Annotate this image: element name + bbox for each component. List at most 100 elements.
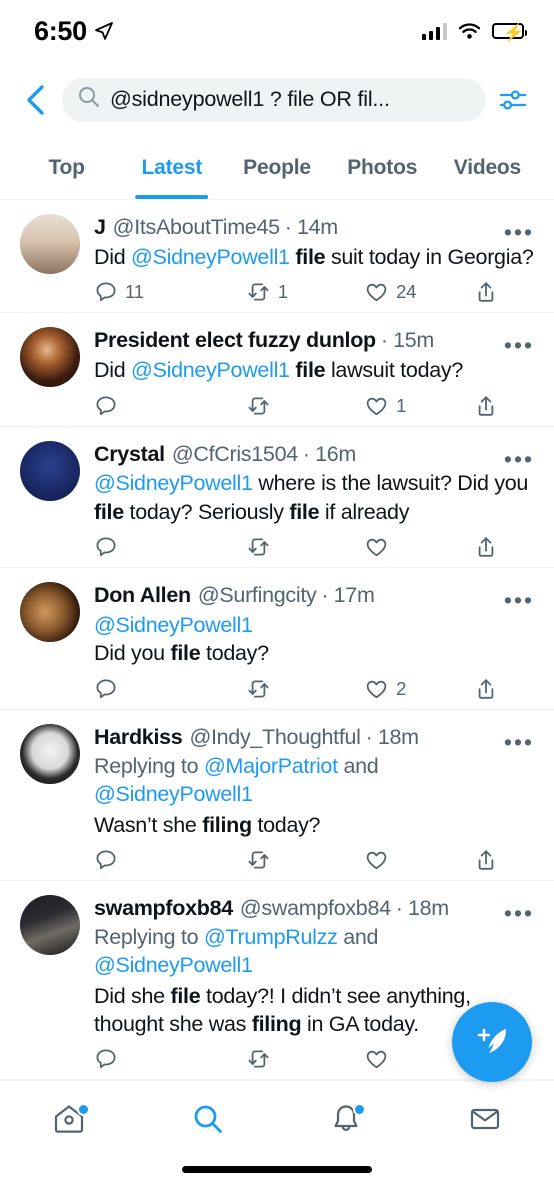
nav-search[interactable] xyxy=(139,1081,278,1156)
like-icon xyxy=(366,538,387,557)
tweet-author-handle[interactable]: @ItsAboutTime45 xyxy=(113,214,280,241)
reply-action[interactable]: 11 xyxy=(94,280,246,304)
share-action[interactable] xyxy=(474,394,516,418)
share-icon xyxy=(478,850,494,870)
tweet-author-name[interactable]: Crystal xyxy=(94,441,165,468)
tweet-timestamp: 14m xyxy=(296,215,338,239)
tweet-meta-separator: · xyxy=(302,441,311,466)
tab-videos[interactable]: Videos xyxy=(435,137,540,199)
tweet-timestamp: 15m xyxy=(393,328,435,353)
retweet-action[interactable] xyxy=(246,677,364,701)
tweet-more-options-icon[interactable]: ••• xyxy=(502,899,536,927)
tweet-item[interactable]: ••• Don Allen @Surfingcity · 17m @SidneyPowel… xyxy=(0,568,554,710)
tweet-author-name[interactable]: Hardkiss xyxy=(94,724,183,751)
tweet-meta-separator: · xyxy=(284,215,292,239)
tweet-feed[interactable]: ••• J @ItsAboutTime45 · 14m Did @SidneyPowell… xyxy=(0,200,554,1080)
tweet-more-options-icon[interactable]: ••• xyxy=(502,728,536,756)
tweet-text: @SidneyPowell1 Did you file today? xyxy=(94,611,534,668)
share-action[interactable] xyxy=(474,677,516,701)
tweet-author-name[interactable]: swampfoxb84 xyxy=(94,895,233,922)
tweet-timestamp: 17m xyxy=(333,583,375,608)
tweet-actions: 1 xyxy=(94,394,534,418)
nav-messages[interactable] xyxy=(416,1081,554,1156)
bottom-navigation xyxy=(0,1080,554,1156)
retweet-action[interactable] xyxy=(246,394,364,418)
compose-tweet-button[interactable] xyxy=(452,1002,532,1082)
tweet-item[interactable]: ••• Crystal @CfCris1504 · 16m @SidneyPowell1 … xyxy=(0,427,554,569)
tab-top[interactable]: Top xyxy=(14,137,119,199)
tweet-author-name[interactable]: President elect fuzzy dunlop xyxy=(94,327,376,354)
tweet-more-options-icon[interactable]: ••• xyxy=(502,218,536,246)
home-indicator[interactable] xyxy=(182,1166,372,1173)
tweet-mention[interactable]: @SidneyPowell1 xyxy=(94,613,253,637)
tab-people[interactable]: People xyxy=(224,137,329,199)
replying-to-mention[interactable]: @SidneyPowell1 xyxy=(94,953,253,977)
like-action[interactable]: 2 xyxy=(364,677,474,701)
search-icon xyxy=(194,1105,222,1133)
tweet-item[interactable]: ••• President elect fuzzy dunlop · 15m Did @… xyxy=(0,313,554,427)
avatar-fuzzy-dunlop[interactable] xyxy=(20,327,80,388)
retweet-action[interactable] xyxy=(246,848,364,872)
status-time: 6:50 xyxy=(34,15,87,46)
tweet-item[interactable]: ••• Hardkiss @Indy_Thoughtful · 18m Replying … xyxy=(0,710,554,881)
tweet-actions: 2 xyxy=(94,677,534,701)
replying-to-mention[interactable]: @MajorPatriot xyxy=(204,754,338,778)
replying-to-mention[interactable]: @SidneyPowell1 xyxy=(94,782,253,806)
like-action-count: 2 xyxy=(396,677,407,699)
reply-action[interactable] xyxy=(94,848,246,872)
tweet-more-options-icon[interactable]: ••• xyxy=(502,331,536,359)
tweet-author-handle[interactable]: @swampfoxb84 xyxy=(240,895,391,922)
tweet-mention[interactable]: @SidneyPowell1 xyxy=(94,471,253,495)
avatar-cfcris1504[interactable] xyxy=(20,440,80,501)
nav-home[interactable] xyxy=(0,1081,139,1156)
tweet-mention[interactable]: @SidneyPowell1 xyxy=(131,358,290,382)
share-action[interactable] xyxy=(474,848,516,872)
compose-tweet-icon xyxy=(477,1028,506,1053)
tweet-author-handle[interactable]: @CfCris1504 xyxy=(172,441,298,468)
like-action[interactable]: 1 xyxy=(364,394,474,418)
tweet-mention[interactable]: @SidneyPowell1 xyxy=(131,245,290,269)
tweet-item[interactable]: ••• J @ItsAboutTime45 · 14m Did @SidneyPowell… xyxy=(0,200,554,314)
avatar-image xyxy=(20,582,80,643)
tweet-author-handle[interactable]: @Indy_Thoughtful xyxy=(189,724,361,751)
reply-action[interactable] xyxy=(94,394,246,418)
tweet-author-handle[interactable]: @Surfingcity xyxy=(198,582,317,609)
retweet-action[interactable] xyxy=(246,1047,364,1071)
tweet-text-run: today? Seriously xyxy=(123,499,290,524)
tweet-text-run: lawsuit today? xyxy=(325,358,463,383)
avatar-indy-thoughtful[interactable] xyxy=(20,723,80,784)
tweet-more-options-icon[interactable]: ••• xyxy=(502,445,536,473)
like-action[interactable] xyxy=(364,535,474,559)
back-chevron-icon[interactable] xyxy=(14,78,58,122)
tweet-text: Did @SidneyPowell1 file suit today in Ge… xyxy=(94,243,534,271)
tab-photos[interactable]: Photos xyxy=(330,137,435,199)
share-action[interactable] xyxy=(474,280,516,304)
like-action[interactable] xyxy=(364,848,474,872)
cellular-signal-icon xyxy=(421,22,447,40)
like-action[interactable]: 24 xyxy=(364,280,474,304)
reply-action-count: 11 xyxy=(125,281,144,303)
tweet-text: Wasn’t she filing today? xyxy=(94,811,534,839)
reply-action[interactable] xyxy=(94,677,246,701)
retweet-action[interactable] xyxy=(246,535,364,559)
reply-action[interactable] xyxy=(94,535,246,559)
search-settings-icon[interactable] xyxy=(490,78,536,122)
retweet-action[interactable]: 1 xyxy=(246,280,364,304)
tweet-highlight-term: filing xyxy=(251,1012,302,1036)
reply-action[interactable] xyxy=(94,1047,246,1071)
tweet-author-name[interactable]: Don Allen xyxy=(94,582,191,609)
avatar-itsabouttime45[interactable] xyxy=(20,214,80,274)
tab-latest[interactable]: Latest xyxy=(119,137,224,199)
tweet-more-options-icon[interactable]: ••• xyxy=(502,586,536,614)
share-action[interactable] xyxy=(474,535,516,559)
replying-to-mention[interactable]: @TrumpRulzz xyxy=(204,925,338,949)
avatar-swampfoxb84[interactable] xyxy=(20,894,80,955)
battery-charging-icon: ⚡ xyxy=(492,23,527,42)
tweet-meta-separator: · xyxy=(365,724,373,749)
nav-notifications[interactable] xyxy=(277,1081,416,1156)
tweet-author-name[interactable]: J xyxy=(94,214,106,241)
search-query-text: @sidneypowell1 ? file OR fil... xyxy=(110,87,390,111)
search-input[interactable]: @sidneypowell1 ? file OR fil... xyxy=(62,77,486,122)
avatar-surfingcity[interactable] xyxy=(20,582,80,643)
tweet-text: Did @SidneyPowell1 file lawsuit today? xyxy=(94,356,534,384)
